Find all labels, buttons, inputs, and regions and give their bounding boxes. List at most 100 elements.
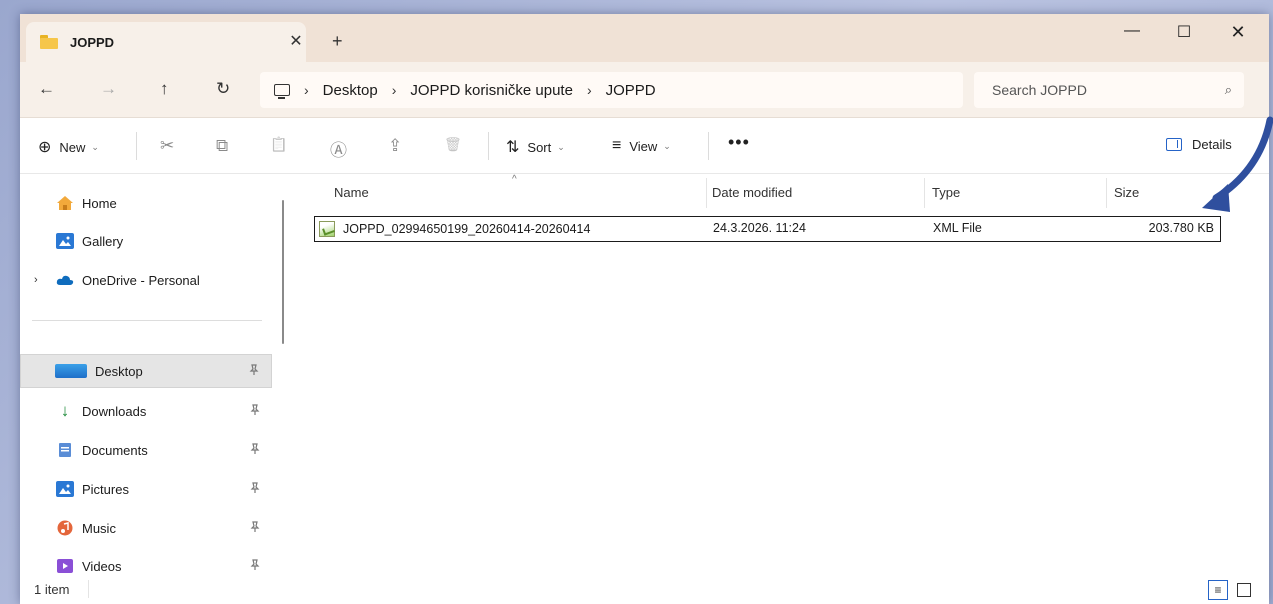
refresh-button[interactable]: ↻	[216, 80, 230, 97]
sidebar-item-label: OneDrive - Personal	[82, 272, 200, 288]
sidebar-item-label: Documents	[82, 442, 148, 458]
pin-icon[interactable]	[250, 403, 260, 419]
file-type: XML File	[933, 221, 982, 235]
file-size: 203.780 KB	[1148, 221, 1214, 235]
sidebar-item-label: Gallery	[82, 233, 124, 249]
onedrive-icon	[56, 272, 74, 288]
up-button[interactable]: ↑	[160, 80, 169, 97]
breadcrumb-separator-icon[interactable]: ›	[392, 82, 397, 98]
gallery-icon	[56, 233, 74, 249]
new-label: New	[59, 139, 86, 155]
tab-close-icon[interactable]: ✕	[286, 32, 306, 52]
rename-icon[interactable]: Ⓐ	[330, 136, 347, 161]
file-list: ^ Name Date modified Type Size JOPPD_029…	[290, 174, 1269, 574]
chevron-down-icon: ⌄	[557, 141, 565, 152]
breadcrumb-separator-icon[interactable]: ›	[587, 82, 592, 98]
chevron-right-icon[interactable]: ›	[34, 274, 38, 286]
pictures-icon	[56, 481, 74, 497]
file-explorer-window: JOPPD ✕ + — ☐ ✕ ← → ↑ ↻ › Desktop › JOPP…	[20, 14, 1269, 604]
chevron-down-icon: ⌄	[91, 141, 99, 152]
desktop-icon	[55, 364, 87, 378]
this-pc-icon[interactable]	[274, 84, 290, 99]
pin-icon[interactable]	[250, 520, 260, 536]
share-icon[interactable]: ⇪	[388, 136, 402, 156]
copy-icon[interactable]: ⧉	[216, 136, 228, 156]
command-bar: ⊕ New ⌄ ✂ ⧉ 📋 Ⓐ ⇪ 🗑 ⇅ Sort ⌄ ≡ View ⌄ ••…	[20, 118, 1269, 174]
sidebar-item-downloads[interactable]: ↓ Downloads	[20, 394, 272, 428]
file-date-modified: 24.3.2026. 11:24	[713, 221, 806, 235]
sort-button[interactable]: ⇅ Sort ⌄	[506, 137, 565, 157]
column-divider[interactable]	[924, 178, 925, 208]
sidebar-item-home[interactable]: Home	[20, 186, 272, 220]
delete-icon[interactable]: 🗑	[444, 136, 462, 153]
sidebar-scrollbar[interactable]	[282, 200, 284, 344]
pin-icon[interactable]	[250, 442, 260, 458]
toolbar-divider	[708, 132, 709, 160]
pin-icon[interactable]	[250, 481, 260, 497]
more-options-button[interactable]: •••	[728, 132, 750, 153]
address-bar: ← → ↑ ↻ › Desktop › JOPPD korisničke upu…	[20, 62, 1269, 118]
file-row[interactable]: JOPPD_02994650199_20260414-20260414 24.3…	[314, 216, 1221, 242]
minimize-button[interactable]: —	[1112, 22, 1152, 40]
sidebar-item-onedrive[interactable]: › OneDrive - Personal	[20, 263, 272, 297]
status-bar: 1 item ≡	[20, 574, 1269, 604]
back-button[interactable]: ←	[38, 80, 55, 97]
sort-icon: ⇅	[506, 139, 520, 156]
folder-icon	[40, 35, 58, 49]
close-button[interactable]: ✕	[1218, 22, 1258, 43]
column-divider[interactable]	[706, 178, 707, 208]
videos-icon	[56, 558, 74, 574]
column-header-size[interactable]: Size	[1114, 174, 1139, 210]
search-icon[interactable]: ⌕	[1225, 82, 1232, 98]
sidebar-item-music[interactable]: Music	[20, 511, 272, 545]
sidebar-item-label: Desktop	[95, 363, 143, 379]
sort-label: Sort	[527, 139, 552, 155]
status-divider	[88, 580, 89, 598]
pin-icon[interactable]	[249, 363, 259, 379]
home-icon	[56, 195, 74, 211]
tab-title: JOPPD	[70, 34, 115, 50]
breadcrumb-joppd[interactable]: JOPPD	[606, 82, 656, 99]
breadcrumb-desktop[interactable]: Desktop	[323, 82, 378, 99]
sidebar-item-label: Videos	[82, 558, 122, 574]
sidebar-item-label: Downloads	[82, 403, 147, 419]
breadcrumb-joppd-korisnicke-upute[interactable]: JOPPD korisničke upute	[410, 82, 573, 99]
new-tab-button[interactable]: +	[332, 32, 343, 50]
sidebar-divider	[32, 320, 262, 321]
breadcrumb[interactable]: › Desktop › JOPPD korisničke upute › JOP…	[260, 72, 963, 108]
maximize-button[interactable]: ☐	[1164, 22, 1204, 42]
column-header-date-modified[interactable]: Date modified	[712, 174, 792, 210]
column-divider[interactable]	[1106, 178, 1107, 208]
music-icon	[56, 520, 74, 536]
sidebar-item-label: Pictures	[82, 481, 129, 497]
view-icon: ≡	[612, 137, 622, 154]
sidebar-item-pictures[interactable]: Pictures	[20, 472, 272, 506]
sidebar-item-documents[interactable]: Documents	[20, 433, 272, 467]
toolbar-divider	[488, 132, 489, 160]
file-name: JOPPD_02994650199_20260414-20260414	[343, 222, 591, 236]
column-header-type[interactable]: Type	[932, 174, 960, 210]
sidebar-item-desktop[interactable]: Desktop	[20, 354, 272, 388]
view-button[interactable]: ≡ View ⌄	[612, 137, 671, 155]
forward-button[interactable]: →	[100, 80, 117, 97]
tab-joppd[interactable]: JOPPD ✕	[26, 22, 306, 62]
xml-file-icon	[319, 221, 335, 237]
navigation-pane: Home Gallery › OneDrive - Personal Deskt…	[20, 174, 278, 574]
breadcrumb-separator-icon[interactable]: ›	[304, 82, 309, 98]
sort-ascending-icon: ^	[512, 174, 517, 185]
tiles-view-button[interactable]	[1234, 580, 1254, 600]
pin-icon[interactable]	[250, 558, 260, 574]
new-button[interactable]: ⊕ New ⌄	[38, 137, 99, 157]
sidebar-item-label: Music	[82, 520, 116, 536]
item-count: 1 item	[34, 581, 70, 597]
view-label: View	[629, 138, 658, 154]
paste-icon[interactable]: 📋	[270, 136, 287, 153]
sidebar-item-gallery[interactable]: Gallery	[20, 224, 272, 258]
toolbar-divider	[136, 132, 137, 160]
downloads-icon: ↓	[60, 401, 70, 420]
details-view-button[interactable]: ≡	[1208, 580, 1228, 600]
search-placeholder: Search JOPPD	[992, 82, 1087, 98]
column-header-name[interactable]: Name	[334, 174, 369, 210]
title-bar: JOPPD ✕ + — ☐ ✕	[20, 14, 1269, 62]
cut-icon[interactable]: ✂	[160, 136, 174, 156]
